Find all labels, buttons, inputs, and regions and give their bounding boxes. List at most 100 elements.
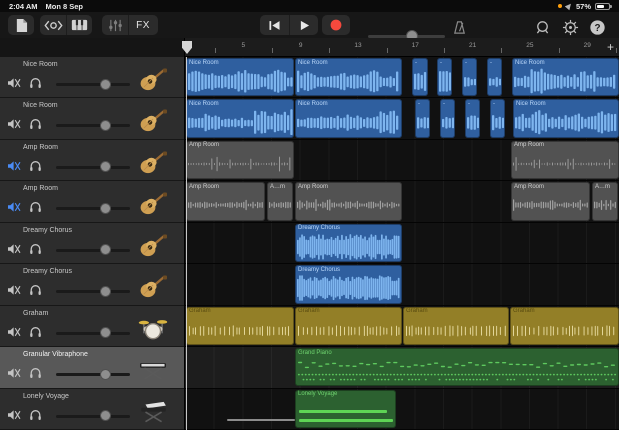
- track-header-nice-room[interactable]: Nice Room: [0, 98, 184, 139]
- instrument-view-button[interactable]: [40, 15, 66, 35]
- region-segment[interactable]: -: [437, 58, 452, 96]
- solo-headphones-button[interactable]: [29, 408, 42, 426]
- settings-button[interactable]: [562, 19, 579, 36]
- region-segment[interactable]: -: [415, 99, 430, 137]
- solo-headphones-button[interactable]: [29, 242, 42, 260]
- track-volume-knob[interactable]: [100, 286, 111, 297]
- solo-headphones-button[interactable]: [29, 366, 42, 384]
- track-lane-amp-room[interactable]: Amp RoomA…mAmp RoomAmp RoomA…m: [185, 181, 619, 222]
- region-segment[interactable]: -: [490, 99, 505, 137]
- mute-button[interactable]: [7, 366, 21, 384]
- solo-headphones-button[interactable]: [29, 325, 42, 343]
- mute-button[interactable]: [7, 200, 21, 218]
- keyboard-icon[interactable]: [138, 358, 168, 381]
- region-segment[interactable]: -: [412, 58, 428, 96]
- track-volume-knob[interactable]: [100, 369, 111, 380]
- track-volume-slider[interactable]: [56, 166, 130, 169]
- region-nice-room[interactable]: Nice Room: [295, 99, 402, 137]
- fx-button[interactable]: FX: [128, 15, 157, 35]
- track-volume-slider[interactable]: [56, 249, 130, 252]
- guitar-icon[interactable]: [138, 275, 168, 298]
- track-volume-slider[interactable]: [56, 83, 130, 86]
- track-header-dreamy-chorus[interactable]: Dreamy Chorus: [0, 264, 184, 305]
- track-volume-knob[interactable]: [100, 203, 111, 214]
- my-songs-button[interactable]: [8, 15, 34, 35]
- region-nice-room[interactable]: Nice Room: [513, 99, 619, 137]
- guitar-icon[interactable]: [138, 192, 168, 215]
- region-amp-room[interactable]: Amp Room: [186, 182, 265, 220]
- track-volume-knob[interactable]: [100, 120, 111, 131]
- guitar-icon[interactable]: [138, 68, 168, 91]
- mute-button[interactable]: [7, 117, 21, 135]
- region-a-m[interactable]: A…m: [592, 182, 618, 220]
- region-nice-room[interactable]: Nice Room: [295, 58, 402, 96]
- region-a-m[interactable]: A…m: [267, 182, 293, 220]
- help-button[interactable]: ?: [589, 19, 606, 36]
- region-segment[interactable]: -: [465, 99, 480, 137]
- track-volume-slider[interactable]: [56, 124, 130, 127]
- track-volume-knob[interactable]: [100, 244, 111, 255]
- guitar-icon[interactable]: [138, 109, 168, 132]
- mute-button[interactable]: [7, 283, 21, 301]
- region-amp-room[interactable]: Amp Room: [186, 141, 294, 179]
- region-graham[interactable]: Graham: [186, 307, 294, 345]
- track-volume-slider[interactable]: [56, 332, 130, 335]
- mute-button[interactable]: [7, 242, 21, 260]
- track-lane-graham[interactable]: GrahamGrahamGrahamGraham: [185, 306, 619, 347]
- timeline-ruler[interactable]: + 591317212529: [185, 38, 619, 57]
- track-volume-slider[interactable]: [56, 415, 130, 418]
- region-grand-piano[interactable]: Grand Piano: [295, 348, 619, 386]
- track-header-granular-vibraphone[interactable]: Granular Vibraphone: [0, 347, 184, 388]
- track-lane-granular-vibraphone[interactable]: Grand Piano: [185, 347, 619, 388]
- track-lane-lonely-voyage[interactable]: Lonely Voyage: [185, 389, 619, 430]
- region-nice-room[interactable]: Nice Room: [186, 58, 294, 96]
- track-header-nice-room[interactable]: Nice Room: [0, 57, 184, 98]
- go-to-beginning-button[interactable]: [260, 15, 289, 35]
- region-amp-room[interactable]: Amp Room: [511, 141, 619, 179]
- solo-headphones-button[interactable]: [29, 283, 42, 301]
- record-button[interactable]: [322, 15, 350, 35]
- track-volume-knob[interactable]: [100, 79, 111, 90]
- region-nice-room[interactable]: Nice Room: [512, 58, 619, 96]
- region-graham[interactable]: Graham: [295, 307, 402, 345]
- track-header-amp-room[interactable]: Amp Room: [0, 181, 184, 222]
- mute-button[interactable]: [7, 325, 21, 343]
- mute-button[interactable]: [7, 408, 21, 426]
- tracks-view-button[interactable]: [66, 15, 92, 35]
- add-bars-button[interactable]: +: [607, 40, 614, 54]
- track-volume-slider[interactable]: [56, 290, 130, 293]
- track-lane-amp-room[interactable]: Amp Room Amp Room: [185, 140, 619, 181]
- mute-button[interactable]: [7, 76, 21, 94]
- track-volume-slider[interactable]: [56, 207, 130, 210]
- track-header-amp-room[interactable]: Amp Room: [0, 140, 184, 181]
- track-lane-dreamy-chorus[interactable]: Dreamy Chorus: [185, 264, 619, 305]
- play-button[interactable]: [289, 15, 318, 35]
- track-volume-slider[interactable]: [56, 373, 130, 376]
- region-dreamy-chorus[interactable]: Dreamy Chorus: [295, 224, 402, 262]
- track-header-lonely-voyage[interactable]: Lonely Voyage: [0, 389, 184, 430]
- region-nice-room[interactable]: Nice Room: [186, 99, 294, 137]
- region-graham[interactable]: Graham: [510, 307, 619, 345]
- region-dreamy-chorus[interactable]: Dreamy Chorus: [295, 265, 402, 303]
- track-lane-nice-room[interactable]: Nice RoomNice Room----Nice Room: [185, 57, 619, 98]
- region-graham[interactable]: Graham: [403, 307, 509, 345]
- track-volume-knob[interactable]: [100, 327, 111, 338]
- loop-browser-button[interactable]: [534, 19, 551, 36]
- track-volume-knob[interactable]: [100, 410, 111, 421]
- solo-headphones-button[interactable]: [29, 159, 42, 177]
- region-segment[interactable]: -: [440, 99, 455, 137]
- track-header-dreamy-chorus[interactable]: Dreamy Chorus: [0, 223, 184, 264]
- guitar-icon[interactable]: [138, 151, 168, 174]
- drums-icon[interactable]: [138, 317, 168, 340]
- track-lane-dreamy-chorus[interactable]: Dreamy Chorus: [185, 223, 619, 264]
- track-volume-knob[interactable]: [100, 161, 111, 172]
- region-lonely-voyage[interactable]: Lonely Voyage: [295, 390, 396, 428]
- region-amp-room[interactable]: Amp Room: [295, 182, 402, 220]
- mute-button[interactable]: [7, 159, 21, 177]
- playhead-line[interactable]: [186, 57, 187, 430]
- metronome-button[interactable]: [452, 20, 467, 35]
- track-header-graham[interactable]: Graham: [0, 306, 184, 347]
- region-amp-room[interactable]: Amp Room: [511, 182, 590, 220]
- guitar-icon[interactable]: [138, 234, 168, 257]
- keyboard2-icon[interactable]: [138, 400, 168, 423]
